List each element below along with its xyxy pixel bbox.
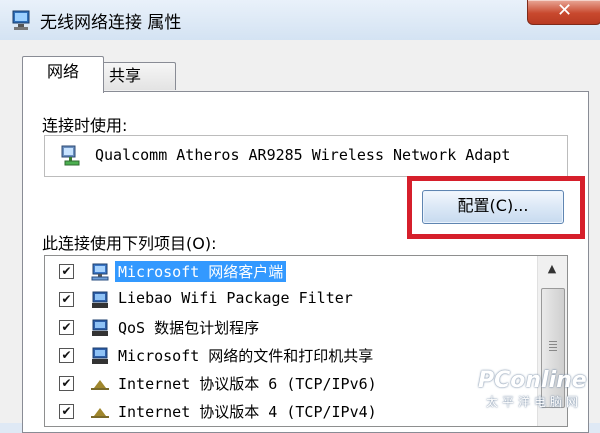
adapter-field: Qualcomm Atheros AR9285 Wireless Network…: [44, 135, 568, 177]
protocol-icon: [91, 408, 109, 418]
list-item-ipv4[interactable]: ✔ Internet 协议版本 4 (TCP/IPv4): [45, 398, 537, 425]
list-item-qos[interactable]: ✔ QoS 数据包计划程序: [45, 314, 537, 341]
checkbox[interactable]: ✔: [59, 292, 74, 307]
close-button[interactable]: ✕: [527, 0, 600, 25]
checkbox[interactable]: ✔: [59, 404, 74, 419]
checkbox[interactable]: ✔: [59, 376, 74, 391]
list-item-label: Microsoft 网络的文件和打印机共享: [118, 347, 374, 365]
list-item-label: Microsoft 网络客户端: [115, 261, 287, 282]
network-client-icon: [91, 263, 109, 281]
network-service-icon: [92, 347, 108, 364]
list-item-label: Internet 协议版本 6 (TCP/IPv6): [118, 375, 377, 393]
list-item-liebao-filter[interactable]: ✔ Liebao Wifi Package Filter: [45, 286, 537, 313]
network-connection-icon: [12, 10, 30, 30]
window-title: 无线网络连接 属性: [40, 13, 182, 33]
adapter-name: Qualcomm Atheros AR9285 Wireless Network…: [95, 146, 511, 164]
grip-line: [549, 344, 557, 345]
list-item-label: QoS 数据包计划程序: [118, 319, 260, 337]
list-item-label: Liebao Wifi Package Filter: [118, 289, 353, 307]
grip-line: [549, 347, 557, 348]
checkbox[interactable]: ✔: [59, 348, 74, 363]
watermark-brand: PConline: [478, 368, 587, 393]
checkbox[interactable]: ✔: [59, 264, 74, 279]
list-item-label: Internet 协议版本 4 (TCP/IPv4): [118, 403, 377, 421]
tab-network[interactable]: 网络: [22, 56, 104, 93]
list-item-ms-client[interactable]: ✔ Microsoft 网络客户端: [45, 258, 537, 285]
network-service-icon: [92, 291, 108, 308]
network-adapter-icon: [61, 145, 80, 166]
grip-line: [549, 350, 557, 351]
protocol-icon: [91, 380, 109, 390]
tab-share[interactable]: 共享: [102, 62, 176, 90]
watermark-sub: 太平洋电脑网: [486, 395, 583, 409]
network-service-icon: [92, 319, 108, 336]
highlight-annotation: [407, 176, 585, 239]
title-bar: 无线网络连接 属性 ✕: [0, 0, 600, 40]
items-list-label: 此连接使用下列项目(O):: [42, 234, 217, 253]
list-item-ipv6[interactable]: ✔ Internet 协议版本 6 (TCP/IPv6): [45, 370, 537, 397]
checkbox[interactable]: ✔: [59, 320, 74, 335]
connect-using-label: 连接时使用:: [42, 116, 128, 135]
watermark: PConline 太平洋电脑网: [478, 368, 587, 410]
scroll-up-icon[interactable]: ▲: [539, 257, 565, 281]
grip-line: [549, 341, 557, 342]
list-item-file-printer-sharing[interactable]: ✔ Microsoft 网络的文件和打印机共享: [45, 342, 537, 369]
